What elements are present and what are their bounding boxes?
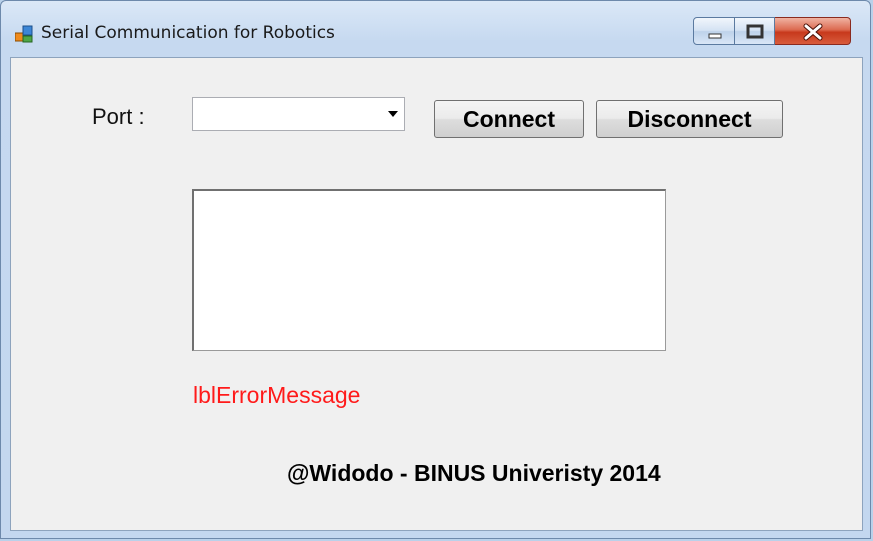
dropdown-arrow-icon[interactable] <box>388 111 398 117</box>
form-client-area: Port : Connect Disconnect lblErrorMessag… <box>10 57 863 531</box>
app-window: Serial Communication for Robotics Port :… <box>0 0 871 539</box>
credit-label: @Widodo - BINUS Univeristy 2014 <box>287 460 661 486</box>
title-bar[interactable]: Serial Communication for Robotics <box>1 1 870 57</box>
maximize-icon <box>746 24 764 39</box>
port-combobox[interactable] <box>192 97 405 131</box>
close-button[interactable] <box>775 17 851 45</box>
window-title: Serial Communication for Robotics <box>41 23 335 43</box>
port-label: Port : <box>92 104 145 129</box>
output-textbox[interactable] <box>192 189 666 351</box>
maximize-button[interactable] <box>735 17 775 45</box>
close-icon <box>803 23 823 41</box>
minimize-icon <box>708 33 722 39</box>
minimize-button[interactable] <box>693 17 735 45</box>
error-message-label: lblErrorMessage <box>193 382 361 408</box>
connect-button[interactable]: Connect <box>434 100 584 138</box>
disconnect-button[interactable]: Disconnect <box>596 100 783 138</box>
app-icon <box>14 25 33 43</box>
